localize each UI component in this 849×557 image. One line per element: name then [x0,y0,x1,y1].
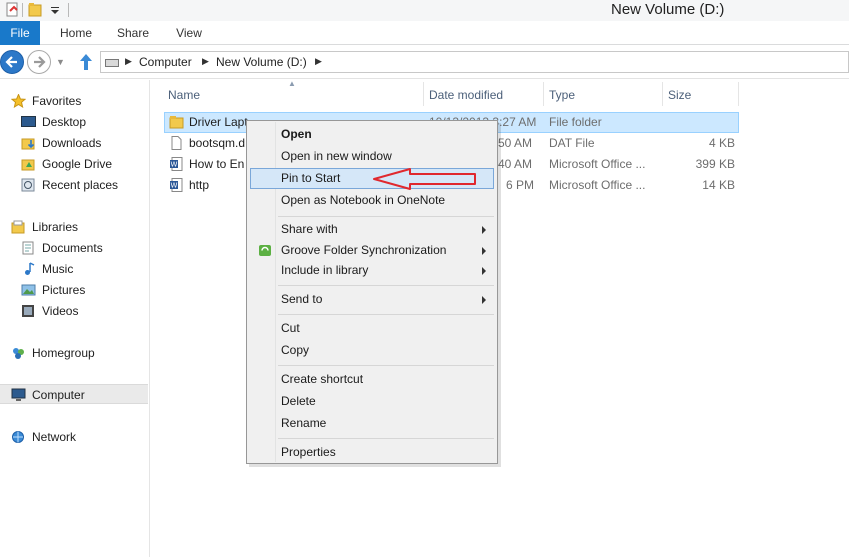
menu-item-groove-sync[interactable]: Groove Folder Synchronization [250,240,494,261]
pictures-icon [21,284,36,296]
documents-icon [22,241,34,255]
menu-item-cut[interactable]: Cut [250,318,494,339]
file-size: 4 KB [708,136,735,150]
tab-view[interactable]: View [166,21,212,45]
file-date: 40 AM [498,157,533,171]
up-arrow-icon[interactable] [77,52,95,72]
file-icon [171,136,182,150]
videos-icon [22,305,34,317]
svg-text:W: W [171,161,178,169]
menu-item-create-shortcut[interactable]: Create shortcut [250,369,494,390]
file-type: DAT File [549,136,595,150]
word-doc-icon: W [170,178,183,192]
submenu-arrow-icon [482,296,486,304]
forward-button[interactable] [27,50,51,74]
recent-places-icon [21,178,35,192]
computer-icon [11,388,26,401]
arrow-left-icon [5,56,17,68]
file-name: Driver Lapt [189,115,248,129]
star-icon [11,94,26,108]
tab-share[interactable]: Share [108,21,158,45]
file-size: 14 KB [702,178,735,192]
file-type: File folder [549,115,602,129]
column-header-size[interactable]: Size [668,85,691,105]
homegroup-icon [13,348,24,359]
title-bar: New Volume (D:) [0,0,849,21]
submenu-arrow-icon [482,267,486,275]
address-bar: ▼ ▶ Computer ▶ New Volume (D:) ▶ [0,45,849,79]
address-field[interactable]: ▶ Computer ▶ New Volume (D:) ▶ [100,51,849,73]
breadcrumb-new-volume[interactable]: New Volume (D:) [216,55,307,69]
back-button[interactable] [0,50,24,74]
menu-item-share-with[interactable]: Share with [250,219,494,240]
customize-toolbar-icon[interactable] [48,2,62,17]
tab-file[interactable]: File [0,21,40,45]
column-header-name[interactable]: Name [168,85,200,105]
sort-ascending-icon: ▲ [288,79,296,88]
recent-locations-chevron-icon[interactable]: ▼ [56,57,65,67]
file-type: Microsoft Office ... [549,157,646,171]
file-name: How to En [189,157,245,171]
file-type: Microsoft Office ... [549,178,646,192]
submenu-arrow-icon [482,226,486,234]
file-date: 50 AM [498,136,533,150]
properties-icon[interactable] [6,2,20,17]
libraries-icon [11,220,25,234]
drive-icon [105,59,119,67]
menu-item-send-to[interactable]: Send to [250,289,494,310]
window-title: New Volume (D:) [611,1,725,18]
svg-text:W: W [171,182,178,190]
menu-item-properties[interactable]: Properties [250,442,494,463]
word-doc-icon: W [170,157,183,171]
menu-item-copy[interactable]: Copy [250,340,494,361]
menu-item-delete[interactable]: Delete [250,391,494,412]
menu-item-open-notebook[interactable]: Open as Notebook in OneNote [250,190,494,211]
file-name: bootsqm.d [189,136,246,150]
breadcrumb-chevron-icon[interactable]: ▶ [125,56,132,67]
breadcrumb-chevron-icon[interactable]: ▶ [315,56,322,67]
groove-sync-icon [259,245,271,256]
submenu-arrow-icon [482,247,486,255]
ribbon-tabs: File Home Share View [0,21,849,45]
tab-home[interactable]: Home [52,21,100,45]
breadcrumb-computer[interactable]: Computer [139,55,192,69]
network-icon [12,431,24,443]
navigation-pane: Favorites Desktop Downloads Google Drive… [0,80,150,557]
file-size: 399 KB [695,157,735,171]
menu-item-rename[interactable]: Rename [250,413,494,434]
breadcrumb-chevron-icon[interactable]: ▶ [202,56,209,67]
arrow-right-icon [34,56,46,68]
annotation-arrow-icon [373,168,476,190]
google-drive-icon [21,159,35,171]
column-header-date-modified[interactable]: Date modified [429,85,503,105]
music-note-icon [25,262,35,275]
menu-item-open-new-window[interactable]: Open in new window [250,146,494,167]
desktop-icon [21,116,36,127]
downloads-icon [21,138,35,150]
menu-item-include-library[interactable]: Include in library [250,260,494,281]
menu-item-open[interactable]: Open [250,124,494,145]
file-date: 6 PM [506,178,535,192]
new-folder-icon[interactable] [28,2,42,17]
file-name: http [189,178,210,192]
folder-icon [169,116,184,129]
column-header-type[interactable]: Type [549,85,575,105]
nav-computer[interactable]: Computer [0,384,148,404]
